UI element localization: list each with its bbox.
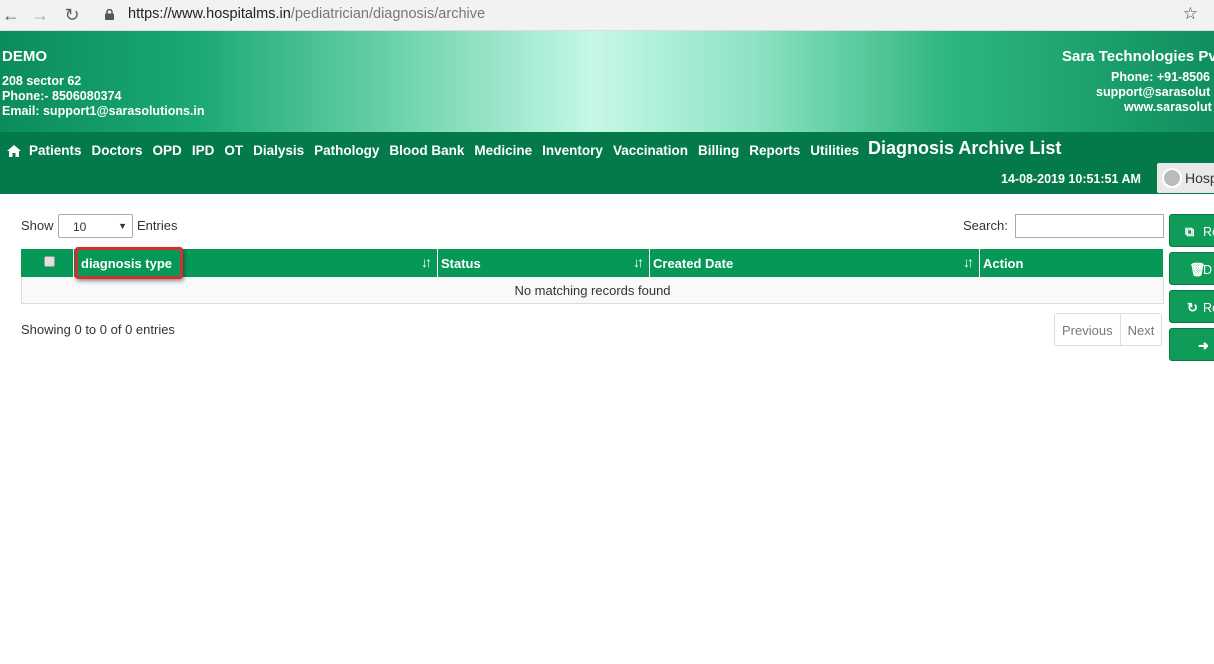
company-website: www.sarasolut bbox=[1124, 100, 1212, 114]
sort-icon: ↓↑ bbox=[421, 254, 432, 270]
menu-item-inventory[interactable]: Inventory bbox=[542, 143, 603, 158]
delete-label: D bbox=[1203, 263, 1213, 277]
company-name: Sara Technologies Pv bbox=[1062, 48, 1214, 65]
table-header: diagnosis type ↓↑ Status ↓↑ Created Date… bbox=[21, 247, 1164, 279]
address-bar[interactable]: https://www.hospitalms.in/pediatrician/d… bbox=[95, 3, 1210, 27]
menu-item-pathology[interactable]: Pathology bbox=[314, 143, 379, 158]
user-label: Hosp bbox=[1185, 170, 1214, 186]
menu-item-ipd[interactable]: IPD bbox=[192, 143, 215, 158]
sign-out-button[interactable]: ➜ bbox=[1169, 328, 1214, 361]
menu-item-dialysis[interactable]: Dialysis bbox=[253, 143, 304, 158]
hospital-address: 208 sector 62 bbox=[2, 74, 82, 88]
url-path: /pediatrician/diagnosis/archive bbox=[290, 6, 486, 22]
main-menu-bar: Patients Doctors OPD IPD OT Dialysis Pat… bbox=[0, 132, 1214, 194]
sort-icon: ↓↑ bbox=[633, 254, 644, 270]
next-button[interactable]: Next bbox=[1121, 314, 1162, 345]
page-title: Diagnosis Archive List bbox=[868, 138, 1062, 158]
user-menu-button[interactable]: Hosp bbox=[1157, 163, 1214, 193]
menu-item-doctors[interactable]: Doctors bbox=[92, 143, 143, 158]
browser-toolbar: ← → ↻ https://www.hospitalms.in/pediatri… bbox=[0, 0, 1214, 31]
hospital-phone: Phone:- 8506080374 bbox=[2, 89, 122, 103]
highlight-box bbox=[75, 247, 183, 279]
side-action-buttons: ⧉ Re 🗑 D ↻ Re ➜ bbox=[1169, 214, 1214, 366]
refresh-icon: ↻ bbox=[1187, 300, 1198, 315]
refresh-label: Re bbox=[1203, 301, 1214, 315]
select-all-checkbox[interactable] bbox=[44, 256, 55, 267]
search-label: Search: bbox=[963, 218, 1008, 233]
page-length-select[interactable]: 10 ▼ bbox=[58, 214, 133, 238]
table-row: No matching records found bbox=[21, 277, 1164, 304]
column-created-date[interactable]: Created Date ↓↑ bbox=[650, 249, 980, 277]
search-input[interactable] bbox=[1015, 214, 1164, 238]
sign-out-icon: ➜ bbox=[1198, 338, 1209, 353]
column-label: Status bbox=[441, 256, 481, 271]
show-label: Show bbox=[21, 218, 54, 233]
diagnosis-archive-table: diagnosis type ↓↑ Status ↓↑ Created Date… bbox=[21, 247, 1164, 304]
sort-icon: ↓↑ bbox=[963, 254, 974, 270]
avatar bbox=[1162, 168, 1182, 188]
menu-item-utilities[interactable]: Utilities bbox=[810, 143, 859, 158]
menu-item-ot[interactable]: OT bbox=[224, 143, 243, 158]
delete-button[interactable]: 🗑 D bbox=[1169, 252, 1214, 285]
lock-icon bbox=[105, 9, 114, 20]
main-menu: Patients Doctors OPD IPD OT Dialysis Pat… bbox=[7, 143, 869, 158]
select-all-column bbox=[21, 249, 74, 277]
refresh-button[interactable]: ↻ Re bbox=[1169, 290, 1214, 323]
column-label: Action bbox=[983, 256, 1024, 271]
page-length-value: 10 bbox=[73, 220, 87, 234]
menu-item-vaccination[interactable]: Vaccination bbox=[613, 143, 688, 158]
column-status[interactable]: Status ↓↑ bbox=[438, 249, 650, 277]
menu-item-medicine[interactable]: Medicine bbox=[474, 143, 532, 158]
menu-item-patients[interactable]: Patients bbox=[29, 143, 82, 158]
restore-label: Re bbox=[1203, 225, 1214, 239]
restore-icon: ⧉ bbox=[1185, 224, 1195, 239]
bookmark-star-icon[interactable]: ☆ bbox=[1183, 4, 1198, 24]
menu-item-blood-bank[interactable]: Blood Bank bbox=[389, 143, 464, 158]
pagination: Previous Next bbox=[1054, 313, 1163, 346]
back-icon[interactable]: ← bbox=[0, 4, 22, 26]
table-info: Showing 0 to 0 of 0 entries bbox=[21, 322, 175, 337]
column-action: Action bbox=[980, 249, 1164, 277]
menu-item-opd[interactable]: OPD bbox=[153, 143, 182, 158]
current-datetime: 14-08-2019 10:51:51 AM bbox=[1001, 172, 1141, 186]
column-label: Created Date bbox=[653, 256, 734, 271]
menu-item-reports[interactable]: Reports bbox=[749, 143, 800, 158]
reload-icon[interactable]: ↻ bbox=[61, 4, 83, 26]
url-text: https://www.hospitalms.in/pediatrician/d… bbox=[128, 6, 485, 22]
company-phone: Phone: +91-8506 bbox=[1111, 70, 1211, 84]
hospital-name: DEMO bbox=[2, 48, 47, 65]
url-host: https://www.hospitalms.in bbox=[128, 6, 291, 22]
empty-table-message: No matching records found bbox=[514, 283, 671, 298]
site-header: DEMO 208 sector 62 Phone:- 8506080374 Em… bbox=[0, 31, 1214, 132]
home-icon[interactable] bbox=[7, 144, 21, 157]
menu-item-billing[interactable]: Billing bbox=[698, 143, 739, 158]
company-email: support@sarasolut bbox=[1096, 85, 1211, 99]
hospital-email: Email: support1@sarasolutions.in bbox=[2, 104, 205, 118]
forward-icon[interactable]: → bbox=[29, 4, 51, 26]
restore-button[interactable]: ⧉ Re bbox=[1169, 214, 1214, 247]
previous-button[interactable]: Previous bbox=[1055, 314, 1121, 345]
chevron-down-icon: ▼ bbox=[118, 221, 127, 231]
entries-label: Entries bbox=[137, 218, 178, 233]
